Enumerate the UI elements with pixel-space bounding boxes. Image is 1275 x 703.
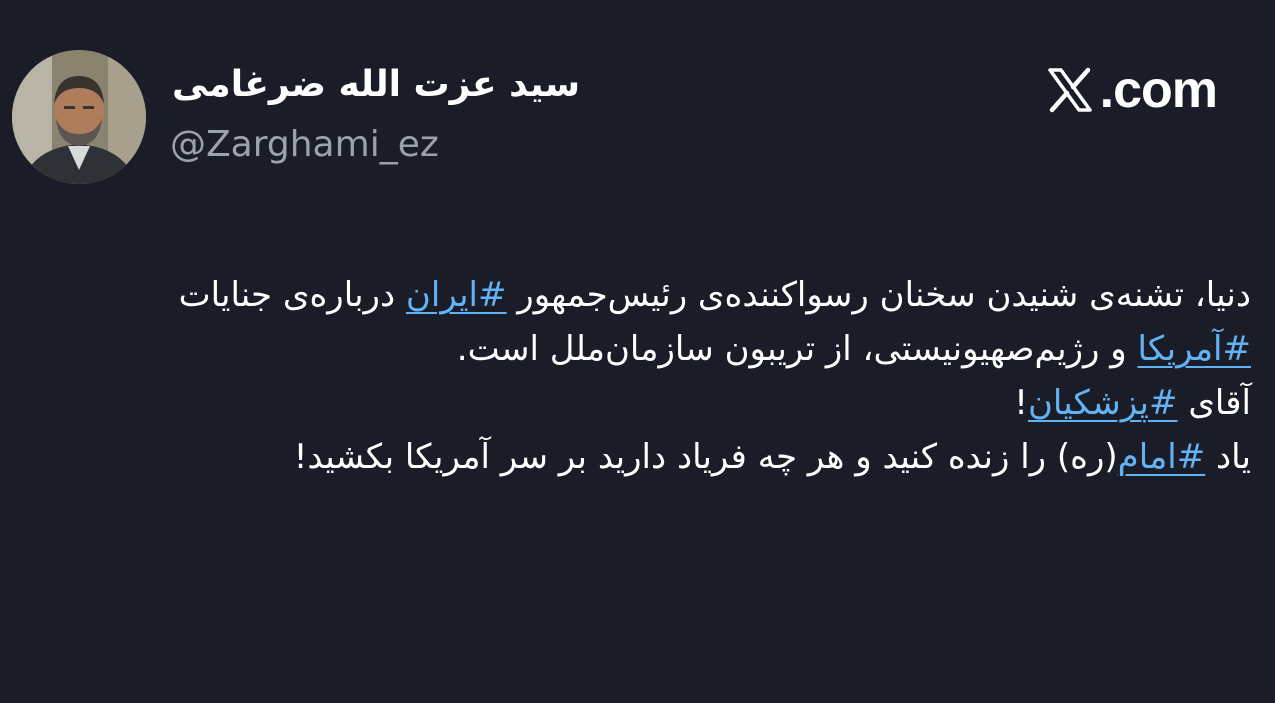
author-display-name[interactable]: سید عزت الله ضرغامی: [172, 64, 592, 105]
tweet-text-segment: (ره) را زنده کنید و هر چه فریاد دارید بر…: [293, 437, 1118, 477]
tweet-paragraph-2: آقای #پزشکیان!: [96, 376, 1251, 430]
hashtag-pezeshkian-link[interactable]: #پزشکیان: [1028, 383, 1178, 423]
hashtag-iran-link[interactable]: #ایران: [406, 275, 507, 315]
tweet-text-segment: درباره‌ی جنایات: [178, 275, 406, 315]
avatar[interactable]: [12, 50, 146, 184]
tweet-text-segment: یاد: [1205, 437, 1251, 477]
x-logo-icon: [1046, 66, 1094, 114]
tweet-text-segment: !: [1014, 383, 1028, 423]
brand-domain-text: .com: [1099, 61, 1218, 119]
author-handle[interactable]: @Zarghami_ez: [170, 124, 439, 165]
tweet-paragraph-1: دنیا، تشنه‌ی شنیدن سخنان رسواکننده‌ی رئی…: [96, 268, 1251, 376]
hashtag-america-link[interactable]: #آمریکا: [1137, 329, 1251, 369]
tweet-text: دنیا، تشنه‌ی شنیدن سخنان رسواکننده‌ی رئی…: [96, 268, 1251, 484]
x-com-logo: .com: [1046, 60, 1218, 120]
profile-photo: [12, 50, 146, 184]
hashtag-imam-link[interactable]: #امام: [1118, 437, 1206, 477]
tweet-text-segment: آقای: [1177, 383, 1251, 423]
tweet-text-segment: دنیا، تشنه‌ی شنیدن سخنان رسواکننده‌ی رئی…: [506, 275, 1251, 315]
tweet-text-segment: و رژیم‌صهیونیستی، از تریبون سازمان‌ملل ا…: [456, 329, 1138, 369]
tweet-paragraph-3: یاد #امام(ره) را زنده کنید و هر چه فریاد…: [96, 430, 1251, 484]
